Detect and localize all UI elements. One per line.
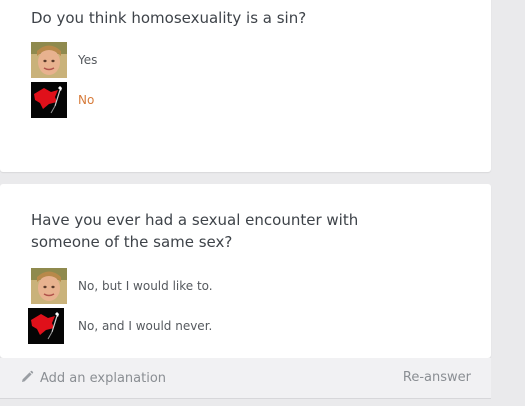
question-text: Do you think homosexuality is a sin? (31, 9, 307, 27)
add-explanation-button[interactable]: Add an explanation (20, 369, 166, 388)
question-card-2: Have you ever had a sexual encounter wit… (0, 184, 491, 358)
answer-text: No, and I would never. (78, 319, 213, 333)
answer-row-user: Yes (31, 42, 97, 78)
reanswer-button[interactable]: Re-answer (403, 370, 471, 385)
answer-text: No, but I would like to. (78, 279, 213, 293)
answer-footer: Add an explanation Re-answer (0, 358, 491, 399)
answer-row-user: No, but I would like to. (31, 268, 213, 304)
question-card-1: Do you think homosexuality is a sin? Yes (0, 0, 491, 172)
match-avatar[interactable] (31, 82, 67, 118)
answer-text: No (78, 93, 95, 107)
add-explanation-label: Add an explanation (40, 371, 167, 386)
match-avatar[interactable] (28, 308, 64, 344)
answer-row-match: No (31, 82, 94, 118)
question-text: Have you ever had a sexual encounter wit… (31, 211, 359, 251)
pencil-icon (20, 369, 34, 388)
user-avatar[interactable] (31, 268, 67, 304)
user-avatar[interactable] (31, 42, 67, 78)
answer-row-match: No, and I would never. (28, 308, 212, 344)
answer-text: Yes (78, 53, 98, 67)
